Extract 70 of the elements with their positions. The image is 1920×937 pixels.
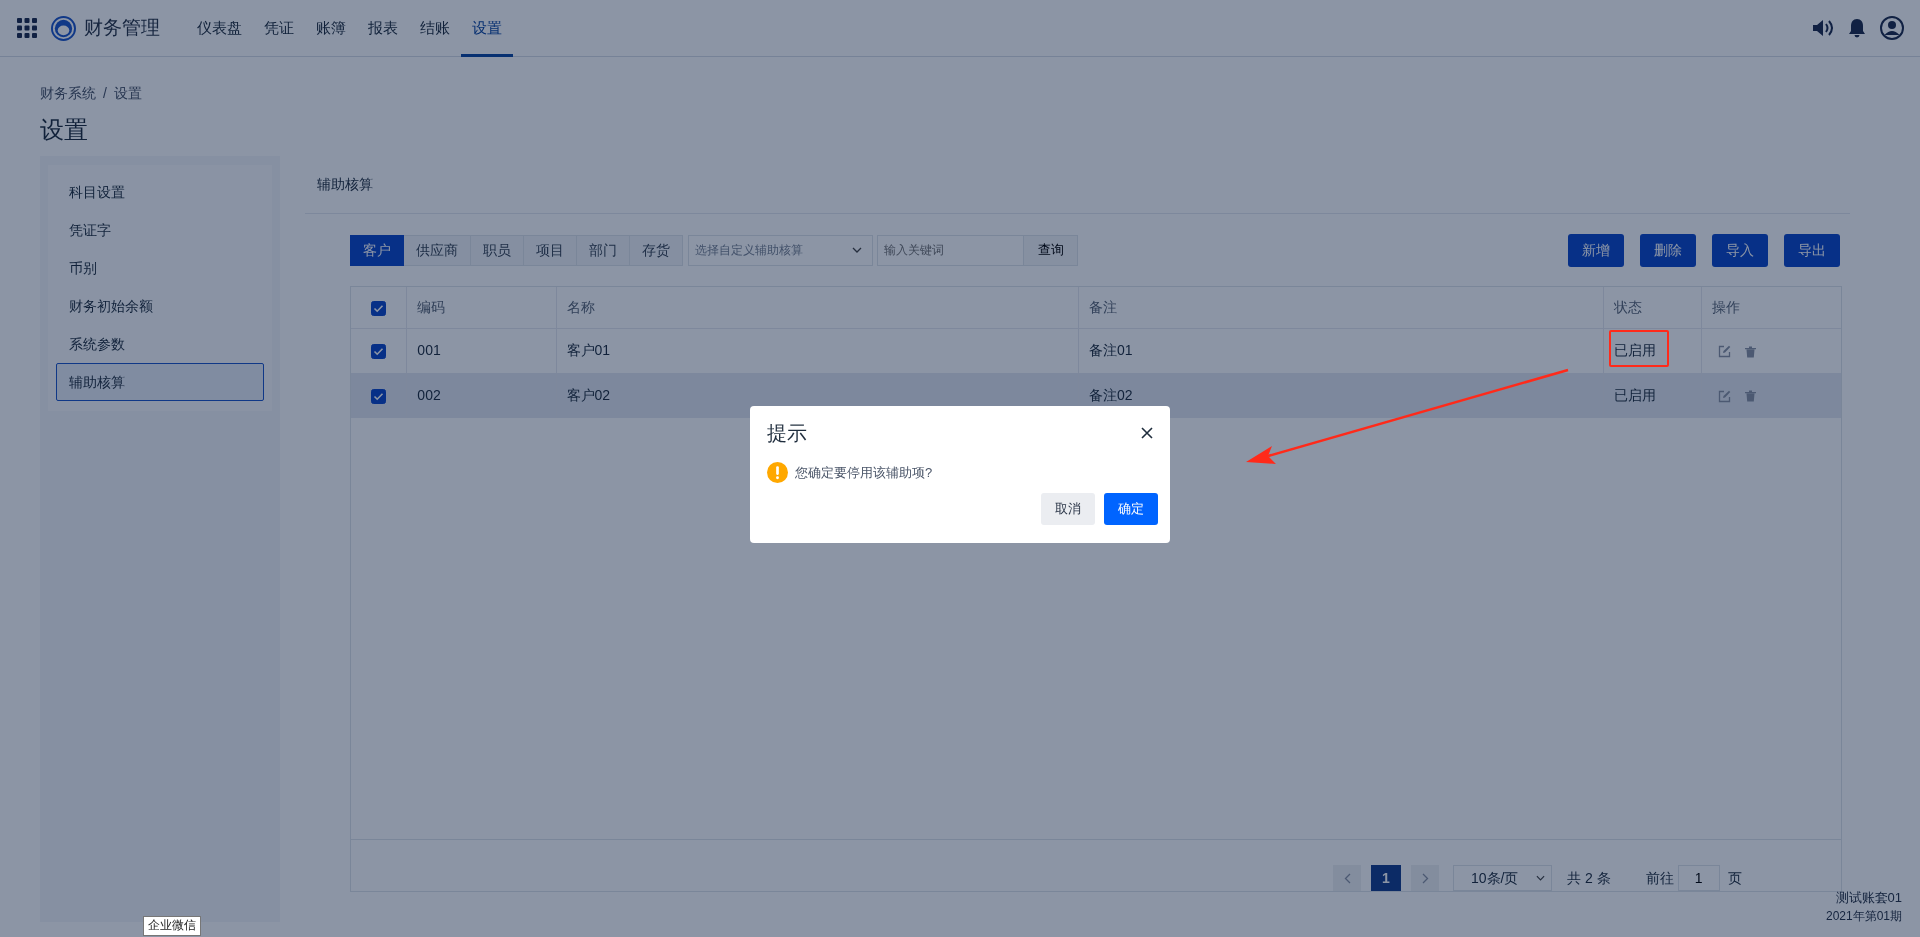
- action-button[interactable]: 导入: [1712, 233, 1768, 267]
- query-button[interactable]: 查询: [1024, 234, 1078, 266]
- goto-page-field[interactable]: 1: [1677, 865, 1720, 891]
- category-tab[interactable]: 项目: [524, 234, 577, 266]
- account-name: 测试账套01: [1834, 888, 1902, 907]
- column-header: 名称: [556, 287, 1079, 328]
- column-header: 备注: [1078, 287, 1604, 328]
- page-suffix: 页: [1727, 869, 1742, 888]
- category-tab[interactable]: 供应商: [404, 234, 471, 266]
- checkbox[interactable]: [371, 388, 387, 404]
- sidebar-item[interactable]: 科目设置: [56, 173, 264, 211]
- close-icon: [1140, 426, 1154, 440]
- breadcrumb-item: 设置: [113, 85, 142, 101]
- accounting-period: 2021年第01期: [1825, 908, 1902, 925]
- trash-icon[interactable]: [1745, 345, 1757, 358]
- page-size-select[interactable]: 10条/页: [1453, 865, 1552, 891]
- caret-icon: [852, 247, 862, 253]
- cancel-button[interactable]: 取消: [1041, 493, 1095, 525]
- confirm-button[interactable]: 确定: [1104, 493, 1158, 525]
- column-header: 状态: [1603, 287, 1702, 328]
- checkbox[interactable]: [371, 300, 387, 316]
- dialog-message: 您确定要停用该辅助项?: [795, 463, 933, 482]
- apps-grid-icon[interactable]: [17, 18, 37, 38]
- search-field[interactable]: 输入关键词: [877, 234, 1024, 266]
- edit-icon[interactable]: [1718, 345, 1732, 359]
- table-cell: 002: [406, 373, 557, 418]
- goto-label: 前往: [1645, 869, 1674, 888]
- sidebar-item[interactable]: 凭证字: [56, 211, 264, 249]
- page-button[interactable]: 1: [1371, 865, 1401, 891]
- tooltip: 企业微信: [143, 916, 201, 936]
- nav-tab[interactable]: 仪表盘: [186, 0, 253, 57]
- warning-icon: [767, 462, 788, 483]
- nav-tab[interactable]: 设置: [461, 0, 513, 57]
- nav-tab[interactable]: 凭证: [253, 0, 305, 57]
- category-tab[interactable]: 职员: [471, 234, 524, 266]
- column-header: 操作: [1701, 287, 1841, 328]
- section-title: 辅助核算: [317, 175, 373, 194]
- action-button[interactable]: 新增: [1568, 233, 1624, 267]
- category-tab[interactable]: 存货: [630, 234, 683, 266]
- sidebar-item[interactable]: 辅助核算: [56, 363, 264, 401]
- user-avatar-icon[interactable]: [1880, 16, 1904, 40]
- custom-select[interactable]: 选择自定义辅助核算: [688, 234, 873, 266]
- bell-icon[interactable]: [1848, 18, 1866, 38]
- highlight-annotation: [1609, 330, 1669, 367]
- breadcrumb-separator: /: [103, 85, 107, 101]
- app-title: 财务管理: [84, 15, 160, 40]
- close-button[interactable]: [1140, 426, 1154, 440]
- action-button[interactable]: 导出: [1784, 233, 1840, 267]
- category-tab[interactable]: 部门: [577, 234, 630, 266]
- speaker-icon[interactable]: [1812, 18, 1834, 38]
- table-cell: 备注02: [1078, 373, 1604, 418]
- nav-tab[interactable]: 账簿: [305, 0, 357, 57]
- nav-tab[interactable]: 结账: [409, 0, 461, 57]
- chevron-right-icon: [1421, 872, 1429, 884]
- nav-tab[interactable]: 报表: [357, 0, 409, 57]
- logo-icon: [51, 15, 76, 41]
- dialog-title: 提示: [767, 421, 807, 446]
- page-title: 设置: [39, 115, 89, 145]
- table-cell: 已启用: [1603, 373, 1702, 418]
- chevron-left-icon: [1343, 872, 1351, 884]
- sidebar-item[interactable]: 财务初始余额: [56, 287, 264, 325]
- checkbox[interactable]: [371, 344, 387, 360]
- caret-icon: [1536, 875, 1545, 881]
- breadcrumb-item[interactable]: 财务系统: [40, 85, 96, 101]
- category-tab[interactable]: 客户: [350, 234, 404, 266]
- sidebar-item[interactable]: 系统参数: [56, 325, 264, 363]
- total-count: 共 2 条: [1567, 869, 1611, 888]
- column-header: 编码: [406, 287, 557, 328]
- action-button[interactable]: 删除: [1640, 233, 1696, 267]
- sidebar-item[interactable]: 币别: [56, 249, 264, 287]
